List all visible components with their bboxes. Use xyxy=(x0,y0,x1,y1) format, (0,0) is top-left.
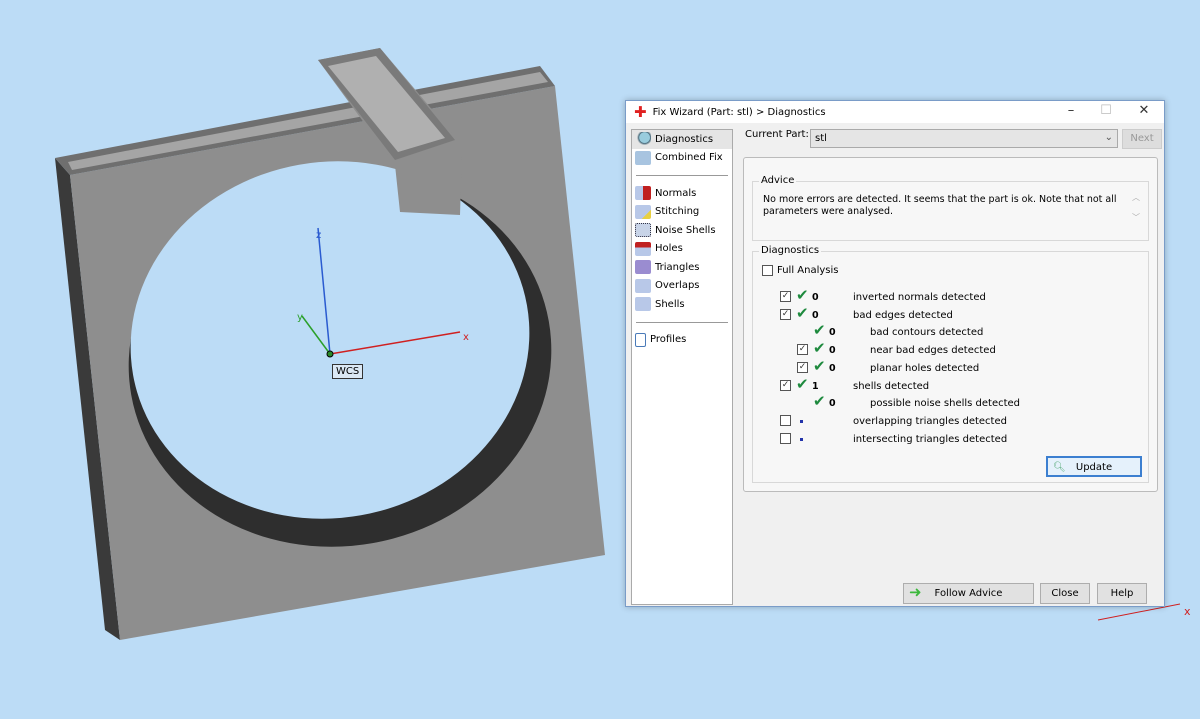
maximize-button[interactable]: ☐ xyxy=(1091,103,1121,121)
dice-icon xyxy=(635,223,651,238)
row-checkbox[interactable]: ✓ xyxy=(797,361,808,373)
3d-model xyxy=(55,48,605,640)
diagnostic-row: ✓ ✔ 0 planar holes detected xyxy=(753,357,1133,377)
update-button[interactable]: 🔍︎ Update xyxy=(1046,456,1142,477)
wizard-nav: Diagnostics Combined Fix Normals Stitchi… xyxy=(631,129,733,605)
row-count: 0 xyxy=(829,362,836,374)
diagnostic-row: ✓ ✔ 0 bad edges detected xyxy=(753,304,1133,324)
cube-icon xyxy=(635,150,651,165)
diagnostic-row: ✓ ✔ 0 inverted normals detected xyxy=(753,286,1133,306)
diagnostic-row: overlapping triangles detected xyxy=(753,414,1133,430)
triangles-cube-icon xyxy=(635,260,651,275)
row-label: inverted normals detected xyxy=(853,292,986,303)
nav-holes[interactable]: Holes xyxy=(632,240,732,259)
advice-group: Advice No more errors are detected. It s… xyxy=(752,175,1149,241)
nav-overlaps[interactable]: Overlaps xyxy=(632,277,732,296)
green-check-icon: ✔ xyxy=(813,339,826,358)
green-check-icon: ✔ xyxy=(796,286,809,304)
row-checkbox[interactable] xyxy=(780,432,791,444)
row-checkbox[interactable]: ✓ xyxy=(780,308,791,320)
green-check-icon: ✔ xyxy=(813,321,826,340)
fix-wizard-dialog: ✚ Fix Wizard (Part: stl) > Diagnostics –… xyxy=(625,100,1165,607)
diagnostics-title: Diagnostics xyxy=(759,245,822,256)
divider xyxy=(636,175,728,176)
row-count: 0 xyxy=(812,309,819,321)
document-icon xyxy=(635,332,646,347)
diagnostic-row: ✓ ✔ 0 near bad edges detected xyxy=(753,339,1133,359)
green-check-icon: ✔ xyxy=(813,392,826,411)
nav-normals[interactable]: Normals xyxy=(632,184,732,203)
row-count: 1 xyxy=(812,380,819,392)
full-analysis-label: Full Analysis xyxy=(777,265,839,276)
close-button[interactable]: Close xyxy=(1040,583,1090,604)
row-checkbox[interactable]: ✓ xyxy=(797,344,808,356)
nav-profiles[interactable]: Profiles xyxy=(632,331,732,350)
nav-shells[interactable]: Shells xyxy=(632,295,732,314)
diagnostics-group: Diagnostics Full Analysis ✓ ✔ 0 inverted no… xyxy=(752,245,1149,483)
divider xyxy=(636,321,728,323)
nav-triangles[interactable]: Triangles xyxy=(632,258,732,277)
y-axis-label: y xyxy=(297,312,303,323)
green-check-icon: ✔ xyxy=(796,374,809,393)
minimize-button[interactable]: – xyxy=(1056,103,1086,121)
nav-stitching[interactable]: Stitching xyxy=(632,203,732,222)
svg-text:x: x xyxy=(1184,605,1191,618)
advice-title: Advice xyxy=(759,175,797,186)
row-checkbox[interactable] xyxy=(780,414,791,426)
normals-cube-icon xyxy=(635,186,651,201)
diagnostic-row: ✔ 0 bad contours detected xyxy=(753,321,1133,341)
advice-text: No more errors are detected. It seems th… xyxy=(763,194,1117,217)
help-button[interactable]: Help xyxy=(1097,583,1147,604)
diagnostic-row: ✔ 0 possible noise shells detected xyxy=(753,392,1133,412)
full-analysis-checkbox[interactable] xyxy=(762,265,773,276)
row-label: planar holes detected xyxy=(870,362,980,374)
magnifier-icon xyxy=(635,132,651,147)
pending-dot-icon xyxy=(800,419,803,423)
row-checkbox[interactable]: ✓ xyxy=(780,291,791,302)
row-count: 0 xyxy=(812,292,819,303)
diagnostic-row: intersecting triangles detected xyxy=(753,432,1133,448)
green-check-icon: ✔ xyxy=(796,303,809,322)
row-label: near bad edges detected xyxy=(870,345,996,357)
z-axis-label: z xyxy=(316,230,321,241)
stitching-cube-icon xyxy=(635,204,651,219)
overlaps-cube-icon xyxy=(635,278,651,293)
follow-advice-button[interactable]: ➜ Follow Advice xyxy=(903,583,1034,604)
row-label: bad edges detected xyxy=(853,309,953,321)
shells-cube-icon xyxy=(635,297,651,312)
x-axis-label: x xyxy=(463,332,469,343)
green-check-icon: ✔ xyxy=(813,356,826,375)
red-cross-icon: ✚ xyxy=(634,103,647,121)
dialog-title: Fix Wizard (Part: stl) > Diagnostics xyxy=(652,106,826,118)
nav-combined-fix[interactable]: Combined Fix xyxy=(632,149,732,168)
row-count: 0 xyxy=(829,327,836,339)
title-bar: ✚ Fix Wizard (Part: stl) > Diagnostics –… xyxy=(626,101,1164,123)
row-label: intersecting triangles detected xyxy=(853,433,1008,445)
row-count: 0 xyxy=(829,345,836,357)
green-arrow-icon: ➜ xyxy=(909,583,922,601)
row-count: 0 xyxy=(829,398,836,410)
next-button[interactable]: Next xyxy=(1122,129,1162,149)
nav-diagnostics[interactable]: Diagnostics xyxy=(632,130,732,149)
row-label: overlapping triangles detected xyxy=(853,415,1007,427)
nav-noise-shells[interactable]: Noise Shells xyxy=(632,221,732,240)
current-part-label: Current Part: xyxy=(745,129,809,140)
pending-dot-icon xyxy=(800,437,803,441)
row-label: possible noise shells detected xyxy=(870,398,1021,410)
diagnostic-row: ✓ ✔ 1 shells detected xyxy=(753,375,1133,395)
row-label: bad contours detected xyxy=(870,327,984,339)
row-label: shells detected xyxy=(853,380,930,392)
advice-scrollbar[interactable]: ︿ ﹀ xyxy=(1130,192,1142,234)
chevron-down-icon: ⌄ xyxy=(1104,132,1113,143)
holes-cube-icon xyxy=(635,241,651,256)
diagnostics-panel: Advice No more errors are detected. It s… xyxy=(743,157,1158,492)
current-part-select[interactable]: stl ⌄ xyxy=(810,129,1118,148)
close-window-button[interactable]: ✕ xyxy=(1129,103,1159,121)
magnifier-icon: 🔍︎ xyxy=(1053,462,1066,473)
wcs-label: WCS xyxy=(332,364,364,379)
row-checkbox[interactable]: ✓ xyxy=(780,379,791,391)
